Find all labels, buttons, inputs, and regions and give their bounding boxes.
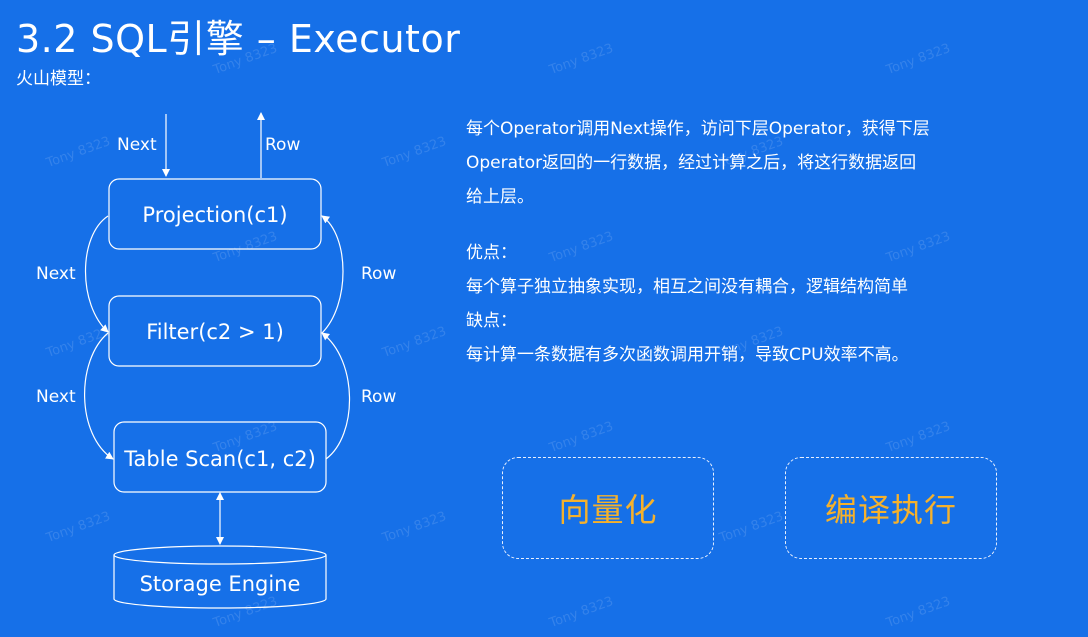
compiled-execution-badge: 编译执行 — [785, 457, 997, 559]
cons-title: 缺点： — [466, 311, 517, 331]
row-label-upper: Row — [361, 264, 396, 284]
row-arrow-filter-projection — [321, 215, 344, 334]
next-label-lower: Next — [36, 387, 76, 407]
row-label-top: Row — [265, 135, 300, 155]
storage-engine-label: Storage Engine — [140, 572, 301, 596]
filter-label: Filter(c2 > 1) — [146, 320, 284, 344]
vectorization-badge: 向量化 — [502, 457, 714, 559]
description-line: 每个Operator调用Next操作，访问下层Operator，获得下层 — [466, 119, 930, 139]
pros-text: 每个算子独立抽象实现，相互之间没有耦合，逻辑结构简单 — [466, 277, 908, 297]
description: 每个Operator调用Next操作，访问下层Operator，获得下层 Ope… — [466, 112, 986, 372]
pros-title: 优点： — [466, 243, 517, 263]
projection-label: Projection(c1) — [142, 203, 287, 227]
row-label-lower: Row — [361, 387, 396, 407]
cons-text: 每计算一条数据有多次函数调用开销，导致CPU效率不高。 — [466, 345, 909, 365]
next-arrow-projection-filter — [85, 215, 109, 333]
description-line: 给上层。 — [466, 187, 534, 207]
table-scan-label: Table Scan(c1, c2) — [123, 447, 316, 471]
next-label-top: Next — [117, 135, 157, 155]
description-line: Operator返回的一行数据，经过计算之后，将这行数据返回 — [466, 153, 917, 173]
next-label-upper: Next — [36, 264, 76, 284]
